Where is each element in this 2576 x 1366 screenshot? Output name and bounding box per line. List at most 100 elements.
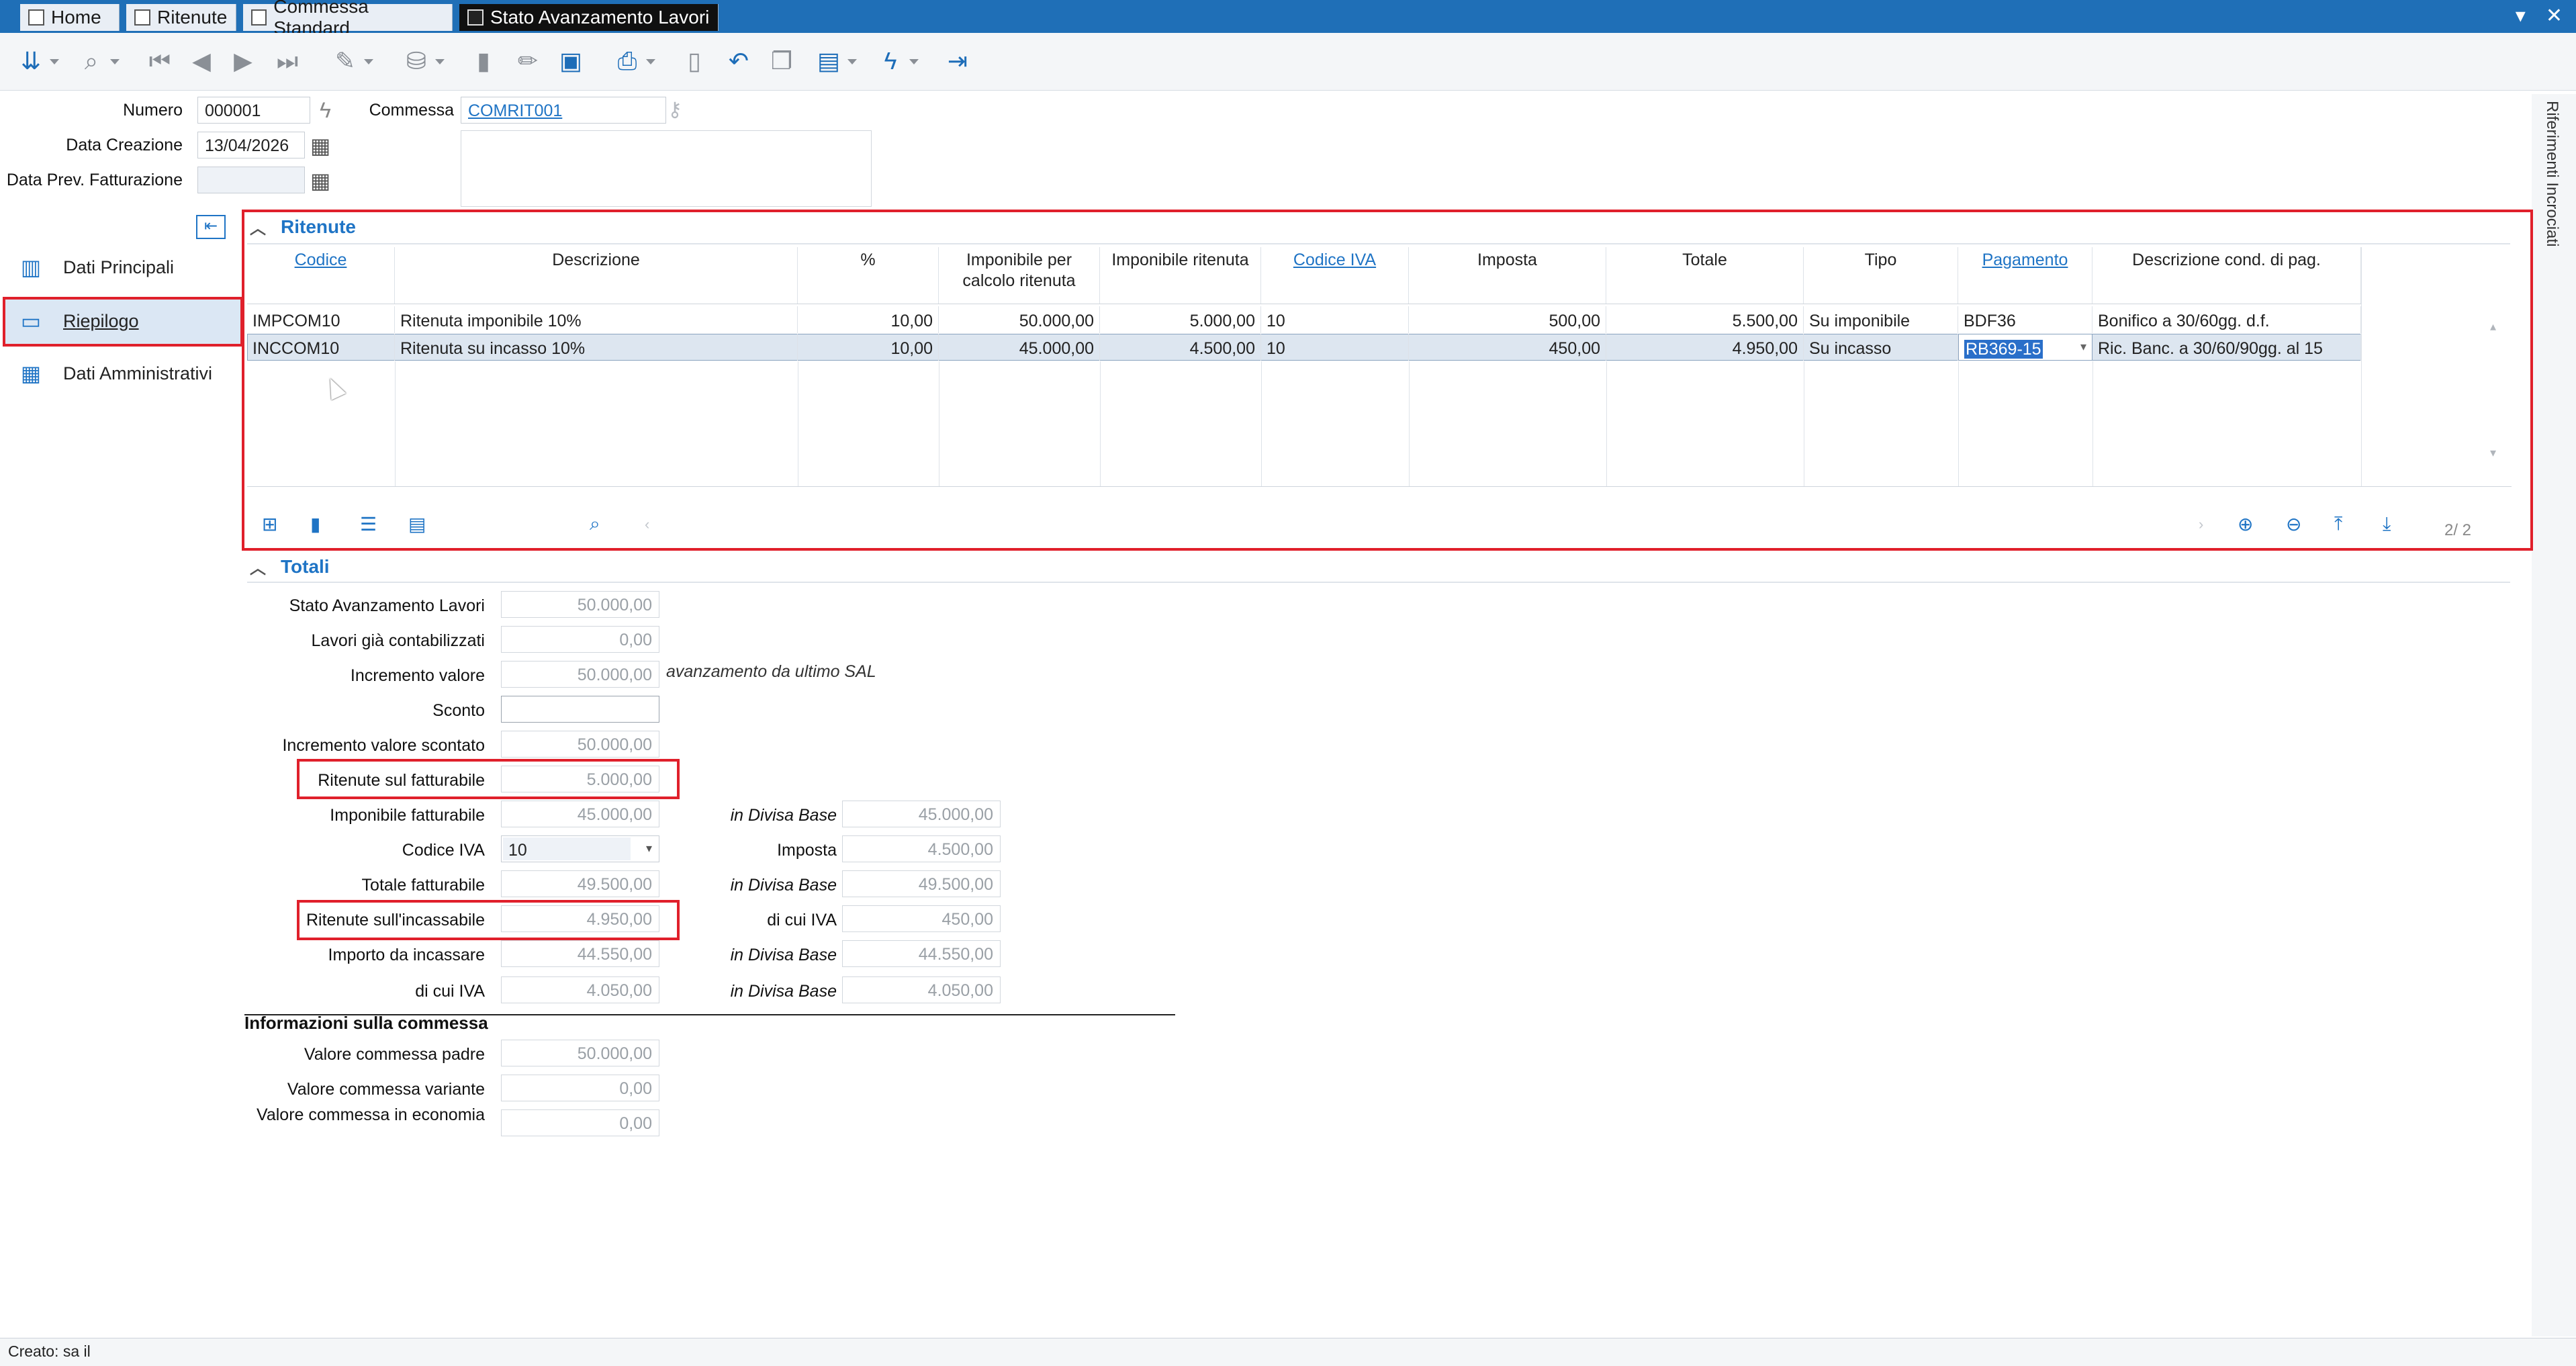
last-record-icon[interactable]: ⏭ xyxy=(271,45,304,77)
importo-da-incassare-field[interactable]: 44.550,00 xyxy=(501,940,659,967)
data-creazione-field[interactable]: 13/04/2026 xyxy=(197,132,305,158)
window-controls: ▾ ✕ xyxy=(2516,4,2563,28)
tab-stato-avanzamento-lavori[interactable]: Stato Avanzamento Lavori xyxy=(459,4,719,31)
database-icon[interactable]: ⛁ xyxy=(400,45,445,77)
bank-icon: ▦ xyxy=(20,361,42,385)
stato-avanzamento-label: Stato Avanzamento Lavori xyxy=(289,596,485,615)
imponibile-fatturabile-field[interactable]: 45.000,00 xyxy=(501,801,659,827)
commessa-description-box xyxy=(461,130,872,207)
valore-commessa-economia-label: Valore commessa in economia xyxy=(257,1105,485,1124)
building-icon: ▥ xyxy=(20,255,42,279)
exit-icon[interactable]: ⇥ xyxy=(941,45,974,77)
divisa-base-label: in Divisa Base xyxy=(730,946,837,964)
section-title: Totali xyxy=(281,555,330,577)
totali-section-header[interactable]: ︿ Totali xyxy=(250,555,330,578)
incremento-valore-field[interactable]: 50.000,00 xyxy=(501,661,659,688)
lightning-icon[interactable]: ϟ xyxy=(320,98,331,123)
tab-home[interactable]: Home xyxy=(20,4,120,31)
di-cui-iva-label: di cui IVA xyxy=(767,911,837,929)
calendar-icon[interactable]: ▦ xyxy=(310,133,330,158)
commessa-label: Commessa xyxy=(369,101,454,120)
delete-icon[interactable]: ▯ xyxy=(678,45,710,77)
di-cui-iva-field[interactable]: 4.050,00 xyxy=(501,976,659,1003)
tab-ritenute[interactable]: Ritenute xyxy=(126,4,236,31)
status-bar: Creato: sa il xyxy=(0,1338,2576,1366)
save-icon[interactable]: ▣ xyxy=(555,45,587,77)
previous-record-icon[interactable]: ◀ xyxy=(185,45,218,77)
stato-avanzamento-field[interactable]: 50.000,00 xyxy=(501,591,659,618)
print-icon[interactable]: ⎙ xyxy=(611,45,655,77)
status-text: Creato: sa il xyxy=(8,1342,91,1360)
sconto-label: Sconto xyxy=(432,701,485,720)
form-icon xyxy=(467,9,484,26)
imposta-label: Imposta xyxy=(777,841,837,860)
riferimenti-incrociati-tab[interactable]: Riferimenti Incrociati xyxy=(2542,101,2561,246)
codice-iva-select[interactable]: 10 ▾ xyxy=(501,835,659,862)
wizard-icon[interactable]: ✎ xyxy=(329,45,373,77)
valore-commessa-padre-field[interactable]: 50.000,00 xyxy=(501,1040,659,1066)
highlight-box xyxy=(297,900,680,940)
nav-item-label: Dati Amministrativi xyxy=(63,363,213,383)
tab-bar: Home Ritenute Commessa Standard Stato Av… xyxy=(0,0,2576,38)
divisa-base-field[interactable]: 45.000,00 xyxy=(842,801,1001,827)
chevron-down-icon[interactable]: ▾ xyxy=(2516,4,2526,28)
toolbar: ⇊ ⌕ ⏮ ◀ ▶ ⏭ ✎ ⛁ ▮ ✏ ▣ ⎙ ▯ ↶ ❐ ▤ ϟ ⇥ xyxy=(0,33,2576,91)
totale-fatturabile-field[interactable]: 49.500,00 xyxy=(501,870,659,897)
edit-icon[interactable]: ✏ xyxy=(512,45,544,77)
undo-icon[interactable]: ↶ xyxy=(723,45,755,77)
left-nav: ⇤ ▥ Dati Principali ▭ Riepilogo ▦ Dati Ammi… xyxy=(0,210,243,1338)
close-icon[interactable]: ✕ xyxy=(2546,4,2563,28)
first-record-icon[interactable]: ⏮ xyxy=(144,45,176,77)
commessa-link[interactable]: COMRIT001 xyxy=(468,101,562,120)
imponibile-fatturabile-label: Imponibile fatturabile xyxy=(330,806,485,825)
importo-da-incassare-label: Importo da incassare xyxy=(328,946,485,964)
chevron-up-icon: ︿ xyxy=(250,559,266,578)
incremento-scontato-label: Incremento valore scontato xyxy=(282,736,485,755)
divisa-base-field[interactable]: 44.550,00 xyxy=(842,940,1001,967)
numero-label: Numero xyxy=(123,101,183,120)
valore-commessa-variante-field[interactable]: 0,00 xyxy=(501,1075,659,1101)
incremento-note: avanzamento da ultimo SAL xyxy=(666,662,876,681)
next-record-icon[interactable]: ▶ xyxy=(227,45,259,77)
info-commessa-title: Informazioni sulla commessa xyxy=(244,1013,488,1033)
nav-item-dati-amministrativi[interactable]: ▦ Dati Amministrativi xyxy=(5,351,240,396)
data-prev-fatturazione-field[interactable] xyxy=(197,167,305,193)
collapse-all-icon[interactable]: ⇊ xyxy=(15,45,59,77)
divisa-base-field[interactable]: 49.500,00 xyxy=(842,870,1001,897)
new-document-icon[interactable]: ▮ xyxy=(467,45,500,77)
lavori-contabilizzati-field[interactable]: 0,00 xyxy=(501,626,659,653)
valore-commessa-economia-field[interactable]: 0,00 xyxy=(501,1109,659,1136)
incremento-scontato-field[interactable]: 50.000,00 xyxy=(501,731,659,758)
divisa-base-label: in Divisa Base xyxy=(730,982,837,1001)
commessa-field[interactable]: COMRIT001 xyxy=(461,97,666,124)
codice-iva-label: Codice IVA xyxy=(402,841,485,860)
collapse-panel-icon[interactable]: ⇤ xyxy=(196,215,226,239)
valore-commessa-padre-label: Valore commessa padre xyxy=(304,1045,485,1064)
sconto-field[interactable] xyxy=(501,696,659,723)
search-icon[interactable]: ⌕ xyxy=(75,45,120,77)
chevron-down-icon[interactable]: ▾ xyxy=(646,841,652,856)
form-icon xyxy=(134,9,150,26)
data-creazione-label: Data Creazione xyxy=(66,136,183,154)
highlight-box xyxy=(242,210,2533,551)
right-sidebar: Riferimenti Incrociati xyxy=(2532,94,2576,1336)
divisa-base-field[interactable]: 4.050,00 xyxy=(842,976,1001,1003)
copy-icon[interactable]: ❐ xyxy=(766,45,798,77)
calendar-icon[interactable]: ▦ xyxy=(310,168,330,193)
key-icon[interactable]: ⚷ xyxy=(668,98,682,122)
incremento-valore-label: Incremento valore xyxy=(350,666,485,685)
data-prev-fatturazione-label: Data Prev. Fatturazione xyxy=(6,171,183,189)
home-icon xyxy=(28,9,44,26)
divider xyxy=(247,582,2510,583)
numero-field[interactable]: 000001 xyxy=(197,97,310,124)
di-cui-iva-label: di cui IVA xyxy=(415,982,485,1001)
calculator-icon[interactable]: ▤ xyxy=(813,45,857,77)
tab-label: Home xyxy=(51,7,101,28)
imposta-field[interactable]: 4.500,00 xyxy=(842,835,1001,862)
lightning-icon[interactable]: ϟ xyxy=(874,45,919,77)
nav-item-label: Dati Principali xyxy=(63,257,175,277)
nav-item-dati-principali[interactable]: ▥ Dati Principali xyxy=(5,244,240,290)
divisa-base-label: in Divisa Base xyxy=(730,806,837,825)
di-cui-iva-field[interactable]: 450,00 xyxy=(842,905,1001,932)
tab-commessa-standard[interactable]: Commessa Standard xyxy=(243,0,453,38)
